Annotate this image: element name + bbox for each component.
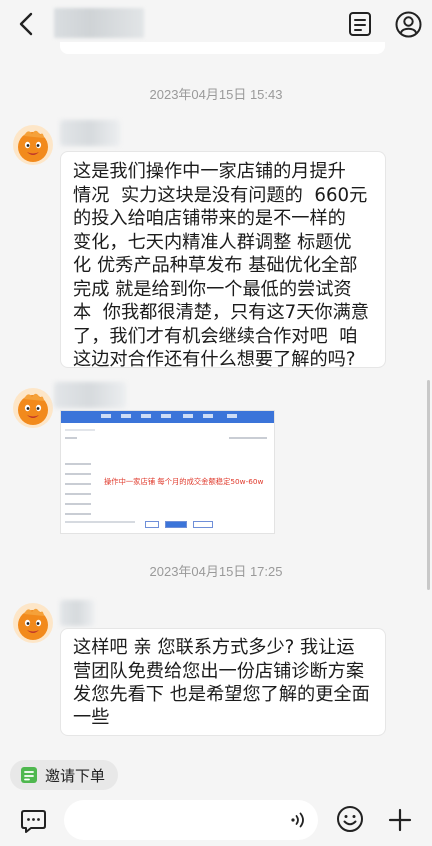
plus-icon[interactable] <box>386 806 414 834</box>
message-line: 营团队免费给您出一份店铺诊断方案 <box>73 661 365 682</box>
invite-order-label: 邀请下单 <box>45 767 106 785</box>
input-bar <box>0 796 432 846</box>
message-line: 发您先看下 也是希望您了解的更全面 <box>73 684 370 705</box>
message-line: 这是我们操作中一家店铺的月提升 <box>73 161 346 182</box>
message-line: 情况 实力这块是没有问题的 660元 <box>73 184 368 206</box>
image-message[interactable]: 操作中一家店铺 每个月的成交金额稳定50w-60w <box>60 410 275 534</box>
message-line: 这边对合作还有什么想要了解的吗? <box>73 349 356 370</box>
message-line: 一些 <box>73 707 110 728</box>
message-line: 这样吧 亲 您联系方式多少? 我让运 <box>73 637 355 658</box>
order-icon <box>21 767 37 783</box>
sender-avatar[interactable] <box>13 603 53 643</box>
message-line: 本 你我都很清楚，只有这7天你满意 <box>73 302 369 323</box>
notes-icon[interactable] <box>347 11 373 37</box>
emoji-icon[interactable] <box>336 805 364 833</box>
message-bubble[interactable]: 这样吧 亲 您联系方式多少? 我让运 营团队免费给您出一份店铺诊断方案 发您先看… <box>60 628 386 736</box>
chevron-left-icon[interactable] <box>14 11 40 37</box>
message-bubble[interactable]: 这是我们操作中一家店铺的月提升 情况 实力这块是没有问题的 660元 的投入给咱… <box>60 151 386 370</box>
previous-message-bubble <box>60 42 385 54</box>
sender-name-blurred <box>54 382 126 408</box>
profile-icon[interactable] <box>395 11 422 38</box>
message-line: 变化，七天内精准人群调整 标题优 <box>73 231 352 253</box>
invite-order-button[interactable]: 邀请下单 <box>10 760 118 790</box>
message-timestamp: 2023年04月15日 17:25 <box>149 564 283 579</box>
sender-avatar[interactable] <box>13 388 53 428</box>
message-line: 完成 就是给到你一个最低的尝试资 <box>73 278 352 300</box>
chat-bubble-icon[interactable] <box>20 807 47 834</box>
voice-icon[interactable] <box>290 811 308 829</box>
message-line: 的投入给咱店铺带来的是不一样的 <box>73 208 346 229</box>
screenshot-nav-bar <box>61 411 274 423</box>
message-timestamp: 2023年04月15日 15:43 <box>149 87 283 102</box>
sender-name-blurred <box>60 600 94 626</box>
sender-name-blurred <box>60 120 120 146</box>
contact-name-blurred <box>54 8 144 38</box>
image-caption: 操作中一家店铺 每个月的成交金额稳定50w-60w <box>104 477 264 486</box>
message-line: 化 优秀产品种草发布 基础优化全部 <box>73 255 358 276</box>
message-input[interactable] <box>64 800 318 840</box>
message-line: 了，我们才有机会继续合作对吧 咱 <box>73 325 358 347</box>
scrollbar[interactable] <box>427 380 430 590</box>
sender-avatar[interactable] <box>13 125 53 165</box>
